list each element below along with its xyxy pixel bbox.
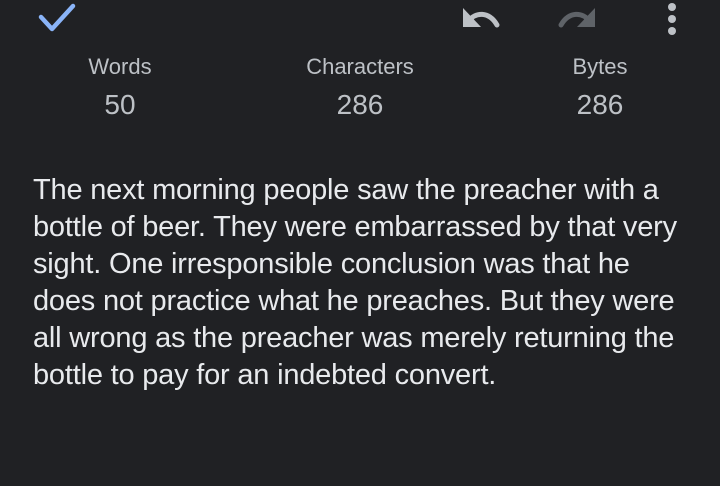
document-stats: Words 50 Characters 286 Bytes 286	[0, 52, 720, 132]
done-button[interactable]	[30, 0, 82, 36]
bytes-stat: Bytes 286	[510, 52, 690, 126]
words-stat: Words 50	[30, 52, 210, 126]
document-text[interactable]: The next morning people saw the preacher…	[33, 172, 693, 394]
text-stats-screen: Words 50 Characters 286 Bytes 286 The ne…	[0, 0, 720, 486]
undo-button[interactable]	[452, 0, 510, 36]
undo-icon	[463, 8, 500, 28]
redo-icon	[558, 8, 595, 28]
more-options-button[interactable]	[656, 0, 688, 40]
words-count: 50	[104, 89, 136, 120]
characters-label: Characters	[306, 54, 414, 79]
redo-button[interactable]	[548, 0, 606, 36]
characters-count: 286	[336, 89, 384, 120]
words-label: Words	[88, 54, 152, 79]
toolbar	[0, 0, 720, 40]
bytes-label: Bytes	[572, 54, 628, 79]
checkmark-icon	[38, 3, 76, 32]
more-vertical-icon	[668, 3, 676, 35]
characters-stat: Characters 286	[270, 52, 450, 126]
bytes-count: 286	[576, 89, 624, 120]
